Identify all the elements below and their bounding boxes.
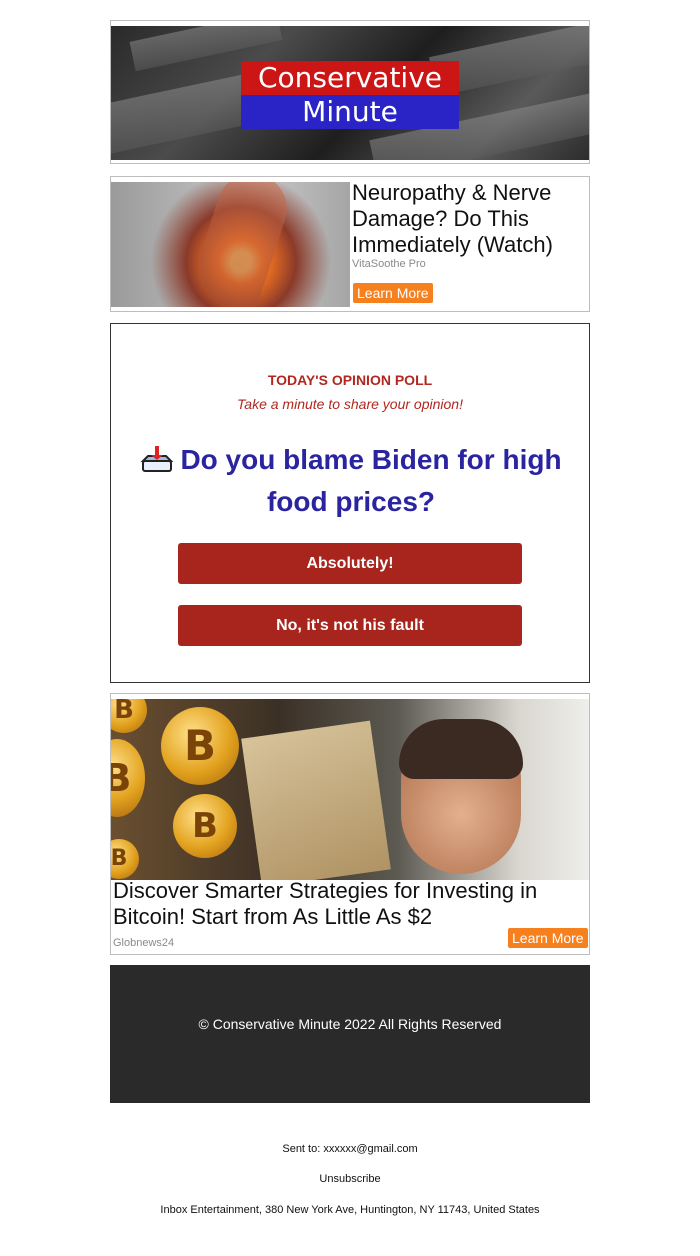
ballot-box-icon	[141, 446, 174, 472]
ad-image-bitcoin[interactable]: B B B B B	[111, 699, 589, 880]
copyright-text: © Conservative Minute 2022 All Rights Re…	[198, 1016, 502, 1032]
sent-to-label: Sent to:	[282, 1143, 321, 1155]
sponsored-ad-bitcoin[interactable]: B B B B B Discover Smarter Strategies fo…	[110, 693, 590, 955]
sender-address: Inbox Entertainment, 380 New York Ave, H…	[160, 1204, 540, 1216]
poll-option-absolutely-button[interactable]: Absolutely!	[178, 543, 522, 584]
header-banner[interactable]: Conservative Minute	[110, 20, 590, 164]
logo-text-minute: Minute	[241, 95, 459, 129]
sent-to-email[interactable]: xxxxxx@gmail.com	[323, 1143, 417, 1155]
ad-headline[interactable]: Discover Smarter Strategies for Investin…	[113, 878, 587, 930]
poll-question: Do you blame Biden for high food prices?	[131, 439, 571, 523]
opinion-poll: TODAY'S OPINION POLL Take a minute to sh…	[110, 323, 590, 683]
newspaper-background-image: Conservative Minute	[111, 26, 589, 160]
sponsored-ad-neuropathy[interactable]: Neuropathy & Nerve Damage? Do This Immed…	[110, 176, 590, 312]
poll-option-not-his-fault-button[interactable]: No, it's not his fault	[178, 605, 522, 646]
ad-headline[interactable]: Neuropathy & Nerve Damage? Do This Immed…	[352, 180, 588, 258]
unsubscribe-link[interactable]: Unsubscribe	[0, 1173, 700, 1185]
sent-to-line: Sent to: xxxxxx@gmail.com	[0, 1143, 700, 1155]
learn-more-button[interactable]: Learn More	[508, 928, 588, 948]
poll-subtitle: Take a minute to share your opinion!	[237, 396, 463, 412]
logo-text-conservative: Conservative	[241, 61, 459, 95]
ad-source: Globnews24	[113, 937, 175, 949]
poll-kicker: TODAY'S OPINION POLL	[267, 372, 433, 388]
footer: © Conservative Minute 2022 All Rights Re…	[110, 965, 590, 1103]
ad-source: VitaSoothe Pro	[352, 258, 426, 270]
ad-image-foot-pain[interactable]	[111, 182, 350, 307]
learn-more-button[interactable]: Learn More	[353, 283, 433, 303]
poll-question-text: Do you blame Biden for high food prices?	[180, 444, 562, 517]
